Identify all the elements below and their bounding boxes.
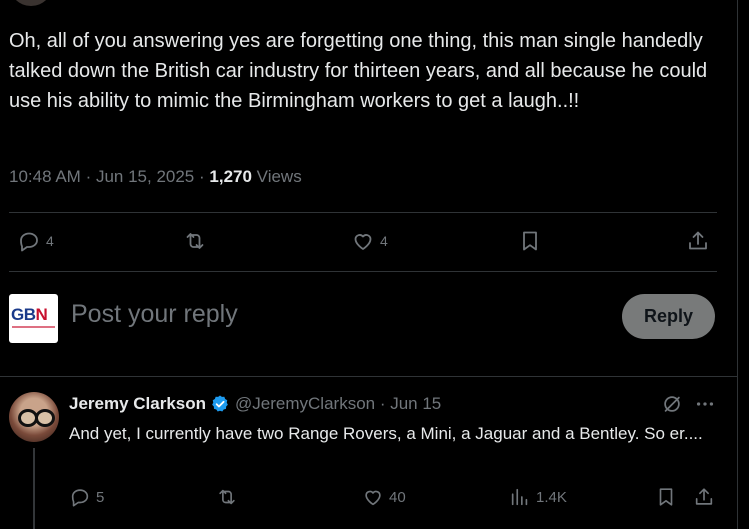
main-column: Oh, all of you answering yes are forgett… [0,0,738,529]
original-author-avatar[interactable] [9,0,53,6]
tweet-meta: 10:48 AM · Jun 15, 2025 · 1,270 Views [9,167,302,186]
reply-icon [20,232,38,252]
like-count: 4 [380,233,388,249]
thread-line [33,448,35,529]
reply-views-action[interactable]: 1.4K [509,486,567,508]
views-count: 1,270 [209,167,252,186]
divider [9,271,717,272]
reply-author-handle[interactable]: @JeremyClarkson [235,394,375,414]
reply-author-avatar[interactable] [9,392,59,442]
reply-author-name[interactable]: Jeremy Clarkson [69,394,206,414]
reply-icon [71,489,89,507]
scrollbar[interactable] [738,0,749,529]
heart-icon [354,234,372,250]
section-divider [0,376,737,377]
repost-action[interactable] [183,229,207,253]
composer-avatar[interactable]: GBN [9,294,58,343]
reply-views-count: 1.4K [536,488,567,506]
tweet-text: Oh, all of you answering yes are forgett… [9,30,708,112]
views-label: Views [256,167,302,186]
reply-repost-action[interactable] [216,486,238,508]
analytics-icon [511,488,528,506]
share-icon [695,488,713,505]
reply-date[interactable]: Jun 15 [390,394,441,414]
gbn-logo: GBN [11,305,48,324]
heart-icon [365,490,381,506]
reply-header: Jeremy Clarkson @JeremyClarkson · Jun 15 [69,394,442,414]
share-action[interactable] [686,229,710,253]
divider [9,212,717,213]
grok-icon[interactable] [661,393,683,420]
like-action[interactable]: 4 [351,229,388,253]
reply-reply-count: 5 [96,488,105,506]
repost-icon [219,489,235,505]
reply-bookmark-action[interactable] [655,486,677,508]
tweet-time[interactable]: 10:48 AM [9,167,81,186]
reply-input[interactable]: Post your reply [71,300,238,329]
reply-count: 4 [46,233,54,249]
reply-like-action[interactable]: 40 [362,486,406,508]
reply-action[interactable]: 4 [17,229,54,253]
reply-button[interactable]: Reply [622,294,715,339]
more-options-icon[interactable] [694,393,716,420]
reply-reply-action[interactable]: 5 [69,486,104,508]
bookmark-icon [659,488,673,506]
bookmark-action[interactable] [518,229,542,253]
repost-icon [186,233,204,249]
reply-like-count: 40 [389,488,406,506]
bookmark-icon [523,231,537,251]
share-icon [689,231,707,250]
verified-badge-icon [212,395,228,412]
reply-text: And yet, I currently have two Range Rove… [69,424,703,443]
reply-share-action[interactable] [693,486,715,508]
tweet-date[interactable]: Jun 15, 2025 [96,167,194,186]
